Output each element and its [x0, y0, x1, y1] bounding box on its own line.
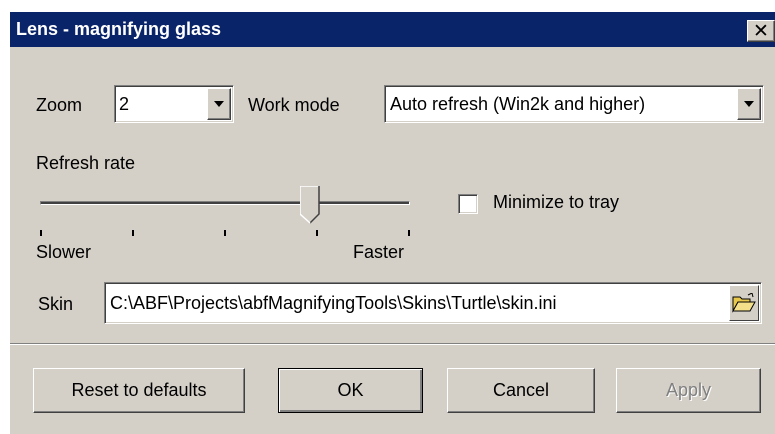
- chevron-down-icon: [214, 101, 224, 107]
- ok-button[interactable]: OK: [278, 368, 423, 413]
- work-mode-select[interactable]: Auto refresh (Win2k and higher): [384, 85, 764, 123]
- chevron-down-icon: [744, 101, 754, 107]
- skin-label: Skin: [38, 294, 74, 314]
- close-icon: ✕: [753, 20, 769, 42]
- slider-tick: [40, 230, 42, 236]
- slider-tick: [132, 230, 134, 236]
- dialog-window: Lens - magnifying glass ✕ Zoom 2 Work mo…: [10, 12, 775, 434]
- slower-label: Slower: [36, 242, 92, 262]
- zoom-value: 2: [119, 94, 130, 114]
- refresh-rate-label: Refresh rate: [36, 153, 136, 173]
- faster-label: Faster: [353, 242, 405, 262]
- slider-tick: [316, 230, 318, 236]
- browse-skin-button[interactable]: [729, 285, 759, 321]
- title-bar[interactable]: Lens - magnifying glass ✕: [10, 12, 775, 47]
- refresh-rate-slider-thumb[interactable]: [300, 186, 320, 224]
- minimize-to-tray-label: Minimize to tray: [493, 192, 620, 212]
- slider-tick: [224, 230, 226, 236]
- folder-open-icon: [732, 293, 756, 313]
- button-separator: [10, 343, 775, 345]
- window-title: Lens - magnifying glass: [16, 19, 222, 39]
- work-mode-value: Auto refresh (Win2k and higher): [390, 94, 646, 114]
- slider-tick: [408, 230, 410, 236]
- work-mode-label: Work mode: [248, 95, 340, 115]
- minimize-to-tray-checkbox[interactable]: [458, 194, 478, 214]
- zoom-dropdown-button[interactable]: [207, 88, 231, 120]
- apply-button[interactable]: Apply: [616, 368, 761, 413]
- skin-path-value: C:\ABF\Projects\abfMagnifyingTools\Skins…: [110, 293, 557, 313]
- cancel-button[interactable]: Cancel: [447, 368, 595, 413]
- work-mode-dropdown-button[interactable]: [737, 88, 761, 120]
- skin-path-input[interactable]: C:\ABF\Projects\abfMagnifyingTools\Skins…: [104, 282, 762, 324]
- close-button[interactable]: ✕: [747, 20, 775, 42]
- reset-to-defaults-button[interactable]: Reset to defaults: [33, 368, 245, 413]
- zoom-label: Zoom: [36, 95, 83, 115]
- refresh-rate-track[interactable]: [40, 201, 410, 205]
- zoom-select[interactable]: 2: [114, 85, 234, 123]
